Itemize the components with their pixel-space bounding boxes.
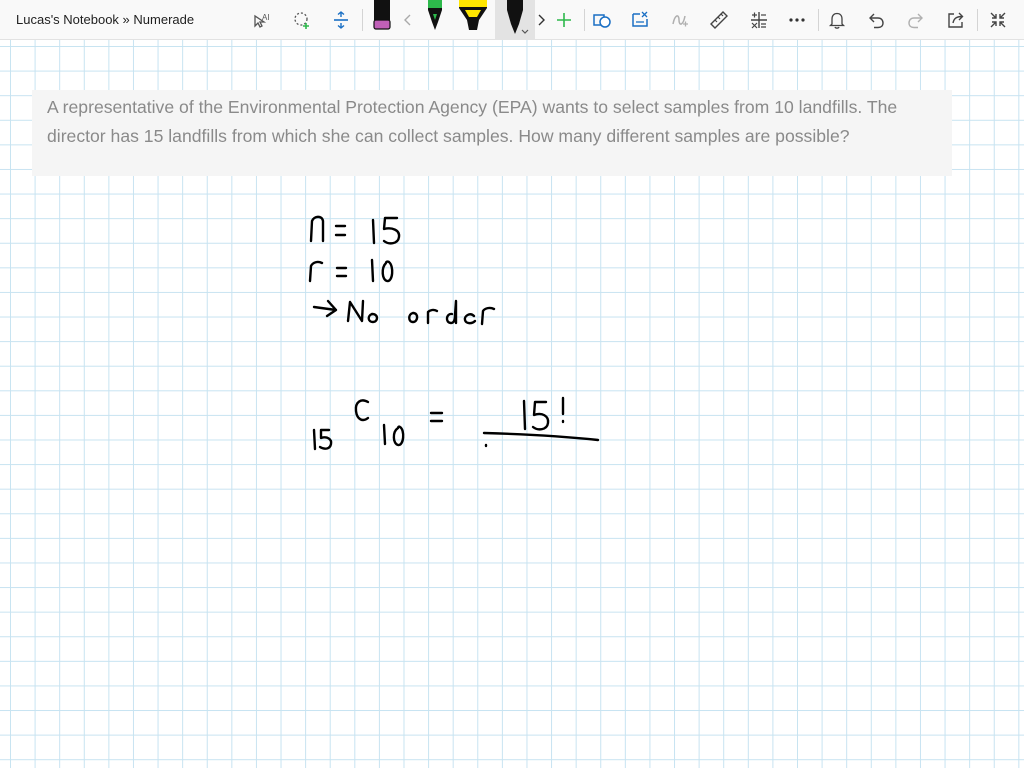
handwriting-ink <box>308 215 600 451</box>
ruler-button[interactable] <box>703 4 735 36</box>
share-button[interactable] <box>940 4 972 36</box>
highlighter-yellow-button[interactable] <box>453 0 493 40</box>
math-icon <box>751 12 767 29</box>
ink-to-shape-button[interactable] <box>586 4 618 36</box>
more-button[interactable] <box>781 4 813 36</box>
toolbar-separator <box>977 9 978 31</box>
pen-green-button[interactable] <box>415 0 455 40</box>
ink-math-icon <box>672 15 688 27</box>
lasso-add-icon <box>294 12 309 29</box>
eraser-icon <box>373 0 391 30</box>
window-title: Lucas's Notebook » Numerade <box>16 12 195 27</box>
math-tool-button[interactable] <box>743 4 775 36</box>
highlighter-icon <box>459 0 487 30</box>
bell-icon <box>828 12 846 29</box>
notifications-button[interactable] <box>821 4 853 36</box>
ink-r-equals-10 <box>308 258 394 283</box>
chevron-left-icon <box>404 14 411 26</box>
ink-to-text-icon <box>632 11 648 27</box>
plus-icon <box>557 13 571 27</box>
collapse-icon <box>990 12 1006 28</box>
shape-icon <box>593 14 611 28</box>
redo-button[interactable] <box>900 4 932 36</box>
select-text-button[interactable]: AI <box>246 4 278 36</box>
redo-icon <box>908 13 923 29</box>
undo-icon <box>869 13 884 29</box>
ink-to-text-button[interactable] <box>624 4 656 36</box>
pen-icon <box>428 0 442 30</box>
exit-full-screen-button[interactable] <box>982 4 1014 36</box>
toolbar-separator <box>584 9 585 31</box>
chevron-right-icon <box>538 14 545 26</box>
ink-to-math-button[interactable] <box>664 4 696 36</box>
add-space-icon <box>334 11 348 29</box>
undo-button[interactable] <box>860 4 892 36</box>
ink-n-equals-15 <box>309 215 401 245</box>
share-icon <box>948 12 964 28</box>
note-canvas[interactable]: A representative of the Environmental Pr… <box>0 40 1024 768</box>
more-icon <box>789 18 805 22</box>
text-select-icon: AI <box>254 13 270 28</box>
toolbar: Lucas's Notebook » Numerade AI <box>0 0 1024 40</box>
add-pen-button[interactable] <box>548 4 580 36</box>
toolbar-separator <box>818 9 819 31</box>
lasso-select-button[interactable] <box>286 4 318 36</box>
ruler-icon <box>710 11 728 29</box>
svg-text:AI: AI <box>262 13 270 22</box>
add-space-button[interactable] <box>325 4 357 36</box>
ink-no-order <box>312 299 496 326</box>
ink-combination-formula <box>312 396 600 451</box>
